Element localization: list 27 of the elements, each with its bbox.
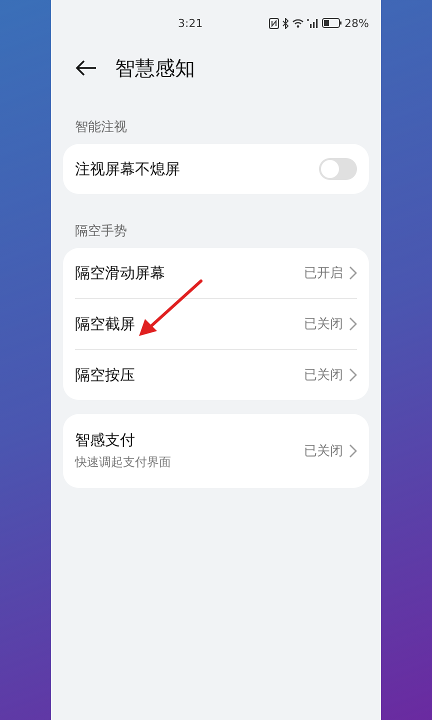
wifi-icon [292,18,304,28]
arrow-annotation [139,280,202,336]
signal-icon [306,18,319,28]
chevron-icon[interactable] [349,266,357,280]
status-value: 已关闭 [304,443,343,460]
section-label: 隔空手势 [74,223,128,241]
status-time: 3:21 [178,16,204,30]
setting-title: 隔空滑动屏幕 [75,264,166,282]
battery-icon [322,18,342,28]
setting-title: 智感支付 [75,431,136,450]
setting-title: 注视屏幕不熄屏 [75,160,181,178]
status-value: 已关闭 [304,367,343,384]
chevron-icon[interactable] [349,444,357,458]
toggle-switch[interactable] [319,158,357,180]
setting-subtitle: 快速调起支付界面 [75,454,172,471]
setting-title: 隔空按压 [75,366,136,384]
section-label: 智能注视 [74,119,128,137]
bluetooth-icon [282,18,289,28]
chevron-icon[interactable] [349,368,357,382]
nfc-icon [268,18,279,28]
status-value: 已关闭 [304,316,343,333]
status-value: 已开启 [304,265,343,282]
setting-title: 隔空截屏 [75,314,136,334]
page-title: 智慧感知 [115,54,195,82]
back-icon[interactable] [75,60,97,76]
battery-percentage: 28% [344,16,369,30]
chevron-icon[interactable] [349,317,357,331]
